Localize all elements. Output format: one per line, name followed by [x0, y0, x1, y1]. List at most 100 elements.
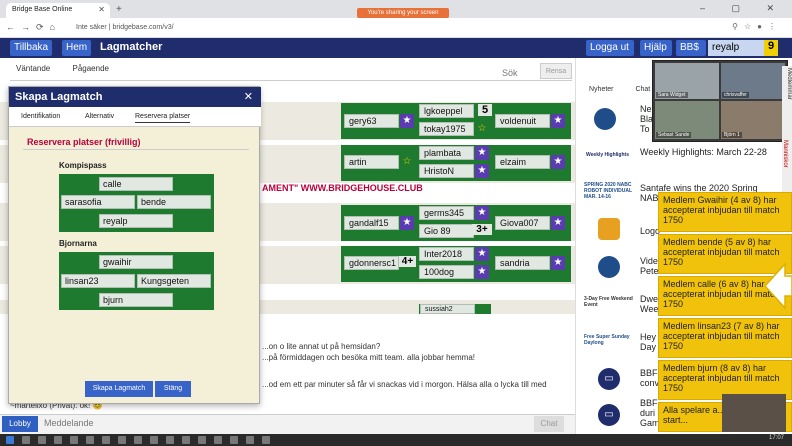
news-item[interactable]: BBF duri Gam	[640, 398, 660, 428]
video-call-window[interactable]: Sara Widget chrisvaffer Sebast Sande Bjö…	[652, 60, 788, 142]
help-button[interactable]: Hjälp	[640, 40, 672, 56]
news-logo: Free Super Sunday Daylong	[584, 334, 630, 346]
url-field[interactable]: Inte säker | bridgebase.com/v3/	[72, 21, 662, 35]
taskbar-icon[interactable]	[150, 436, 158, 444]
reset-button[interactable]: Rensa	[540, 63, 572, 79]
player-west[interactable]: gery63	[344, 114, 399, 128]
people-side-tab[interactable]: Manniskor	[782, 140, 788, 168]
seat-north[interactable]: calle	[99, 177, 173, 191]
new-tab-icon[interactable]: +	[116, 4, 122, 15]
username-field[interactable]: reyalp	[708, 40, 768, 56]
dialog-tabs: Identifikation Alternativ Reservera plat…	[9, 107, 261, 127]
seat-south[interactable]: reyalp	[99, 214, 173, 228]
player-north[interactable]: Inter2018	[419, 247, 474, 261]
taskbar-icon[interactable]	[102, 436, 110, 444]
player-south[interactable]: 100dog	[419, 265, 474, 279]
right-tabs: Nyheter Chat	[589, 86, 650, 93]
close-tab-icon[interactable]: ✕	[98, 5, 105, 14]
tab-title: Bridge Base Online	[12, 6, 73, 13]
taskbar-icon[interactable]	[22, 436, 30, 444]
player-south[interactable]: Gio 89	[419, 224, 474, 238]
window-controls[interactable]: – ▢ ✕	[700, 3, 786, 14]
home-button[interactable]: Hem	[62, 40, 92, 56]
news-item[interactable]: Hey Day	[640, 332, 656, 352]
seat-north[interactable]: gwaihir	[99, 255, 173, 269]
player-east[interactable]: sandria	[495, 256, 550, 270]
player-east[interactable]: Giova007	[495, 216, 550, 230]
tab-identification[interactable]: Identifikation	[21, 113, 60, 120]
star-icon: ★	[551, 256, 565, 270]
taskbar-icon[interactable]	[198, 436, 206, 444]
news-item[interactable]: BBF conv	[640, 368, 659, 388]
player-west[interactable]: gdonnersc1	[344, 256, 399, 270]
notification[interactable]: Medlem linsan23 (7 av 8) har accepterat …	[658, 318, 792, 358]
chat-bubble-icon: ▭	[598, 404, 620, 426]
player-north[interactable]: lgkoeppel	[419, 104, 474, 118]
player-west[interactable]: gandalf15	[344, 216, 399, 230]
taskbar-icon[interactable]	[86, 436, 94, 444]
news-item[interactable]: Weekly Highlights: March 22-28	[640, 147, 775, 157]
tab-chat[interactable]: Chat	[635, 86, 650, 93]
tab-waiting[interactable]: Väntande	[16, 64, 50, 73]
divider	[10, 80, 572, 81]
player-north[interactable]: plambata	[419, 146, 474, 160]
browser-tab[interactable]: Bridge Base Online ✕	[6, 3, 110, 18]
player-south[interactable]: tokay1975	[419, 122, 474, 136]
send-chat-button[interactable]: Chat	[534, 416, 564, 432]
search-label[interactable]: Sök	[502, 68, 518, 78]
chat-line: ...on o lite annat ut på hemsidan?	[262, 342, 381, 351]
seat-east[interactable]: Kungsgeten	[137, 274, 211, 288]
taskbar-icon[interactable]	[230, 436, 238, 444]
taskbar-icon[interactable]	[134, 436, 142, 444]
video-tile: Sebast Sande	[655, 101, 719, 139]
taskbar-icon[interactable]	[214, 436, 222, 444]
seat-east[interactable]: bende	[137, 195, 211, 209]
seat-west[interactable]: linsan23	[61, 274, 135, 288]
tab-news[interactable]: Nyheter	[589, 86, 614, 93]
browser-tab-bar: Bridge Base Online ✕ + You're sharing you…	[0, 0, 792, 18]
seat-west[interactable]: sarasofia	[61, 195, 135, 209]
taskbar-icon[interactable]	[246, 436, 254, 444]
count-badge: 9	[764, 40, 778, 56]
player-west[interactable]: artin	[344, 155, 399, 169]
message-input[interactable]: Meddelande	[44, 418, 94, 428]
tab-ongoing[interactable]: Pågaende	[73, 64, 109, 73]
browser-nav-icons[interactable]: ←→⟳⌂	[6, 22, 61, 33]
star-icon: ★	[475, 164, 489, 178]
news-item[interactable]: Dwe Wee	[640, 294, 658, 314]
tab-reserve-seats[interactable]: Reservera platser	[135, 113, 191, 123]
taskbar-icon[interactable]	[38, 436, 46, 444]
taskbar-icon[interactable]	[54, 436, 62, 444]
tab-alternative[interactable]: Alternativ	[85, 113, 114, 120]
members-side-tab[interactable]: Medlemmar	[782, 66, 792, 206]
taskbar-icon[interactable]	[118, 436, 126, 444]
close-icon[interactable]: ✕	[244, 90, 253, 103]
star-icon: ★	[551, 114, 565, 128]
close-dialog-button[interactable]: Stäng	[155, 381, 191, 397]
logout-button[interactable]: Logga ut	[586, 40, 634, 56]
create-match-button[interactable]: Skapa Lagmatch	[85, 381, 153, 397]
team2-label: Bjornarna	[59, 239, 97, 248]
dialog-title-text: Skapa Lagmatch	[15, 91, 103, 103]
bbs-button[interactable]: BB$	[676, 40, 706, 56]
lobby-button[interactable]: Lobby	[2, 416, 38, 432]
browser-tools-icons[interactable]: ⚲☆●⋮	[732, 22, 782, 31]
taskbar-icon[interactable]	[182, 436, 190, 444]
player-north[interactable]: sussiah2	[420, 304, 475, 314]
seat-south[interactable]: bjurn	[99, 293, 173, 307]
player-north[interactable]: germs345	[419, 206, 474, 220]
taskbar-icon[interactable]	[262, 436, 270, 444]
player-south[interactable]: HristoN	[419, 164, 474, 178]
star-icon: ★	[551, 216, 565, 230]
address-bar: ←→⟳⌂ Inte säker | bridgebase.com/v3/ ⚲☆●…	[0, 18, 792, 38]
start-icon[interactable]	[6, 436, 14, 444]
create-team-match-dialog: Skapa Lagmatch ✕ Identifikation Alternat…	[8, 86, 261, 404]
section-title: Reservera platser (frivillig)	[27, 137, 141, 147]
taskbar-icon[interactable]	[70, 436, 78, 444]
notification[interactable]: Medlem Gwaihir (4 av 8) har accepterat i…	[658, 192, 792, 232]
player-east[interactable]: voldenuit	[495, 114, 550, 128]
player-east[interactable]: elzaim	[495, 155, 550, 169]
news-item[interactable]: Vide Pete	[640, 256, 659, 276]
taskbar-icon[interactable]	[166, 436, 174, 444]
back-button[interactable]: Tillbaka	[10, 40, 53, 56]
